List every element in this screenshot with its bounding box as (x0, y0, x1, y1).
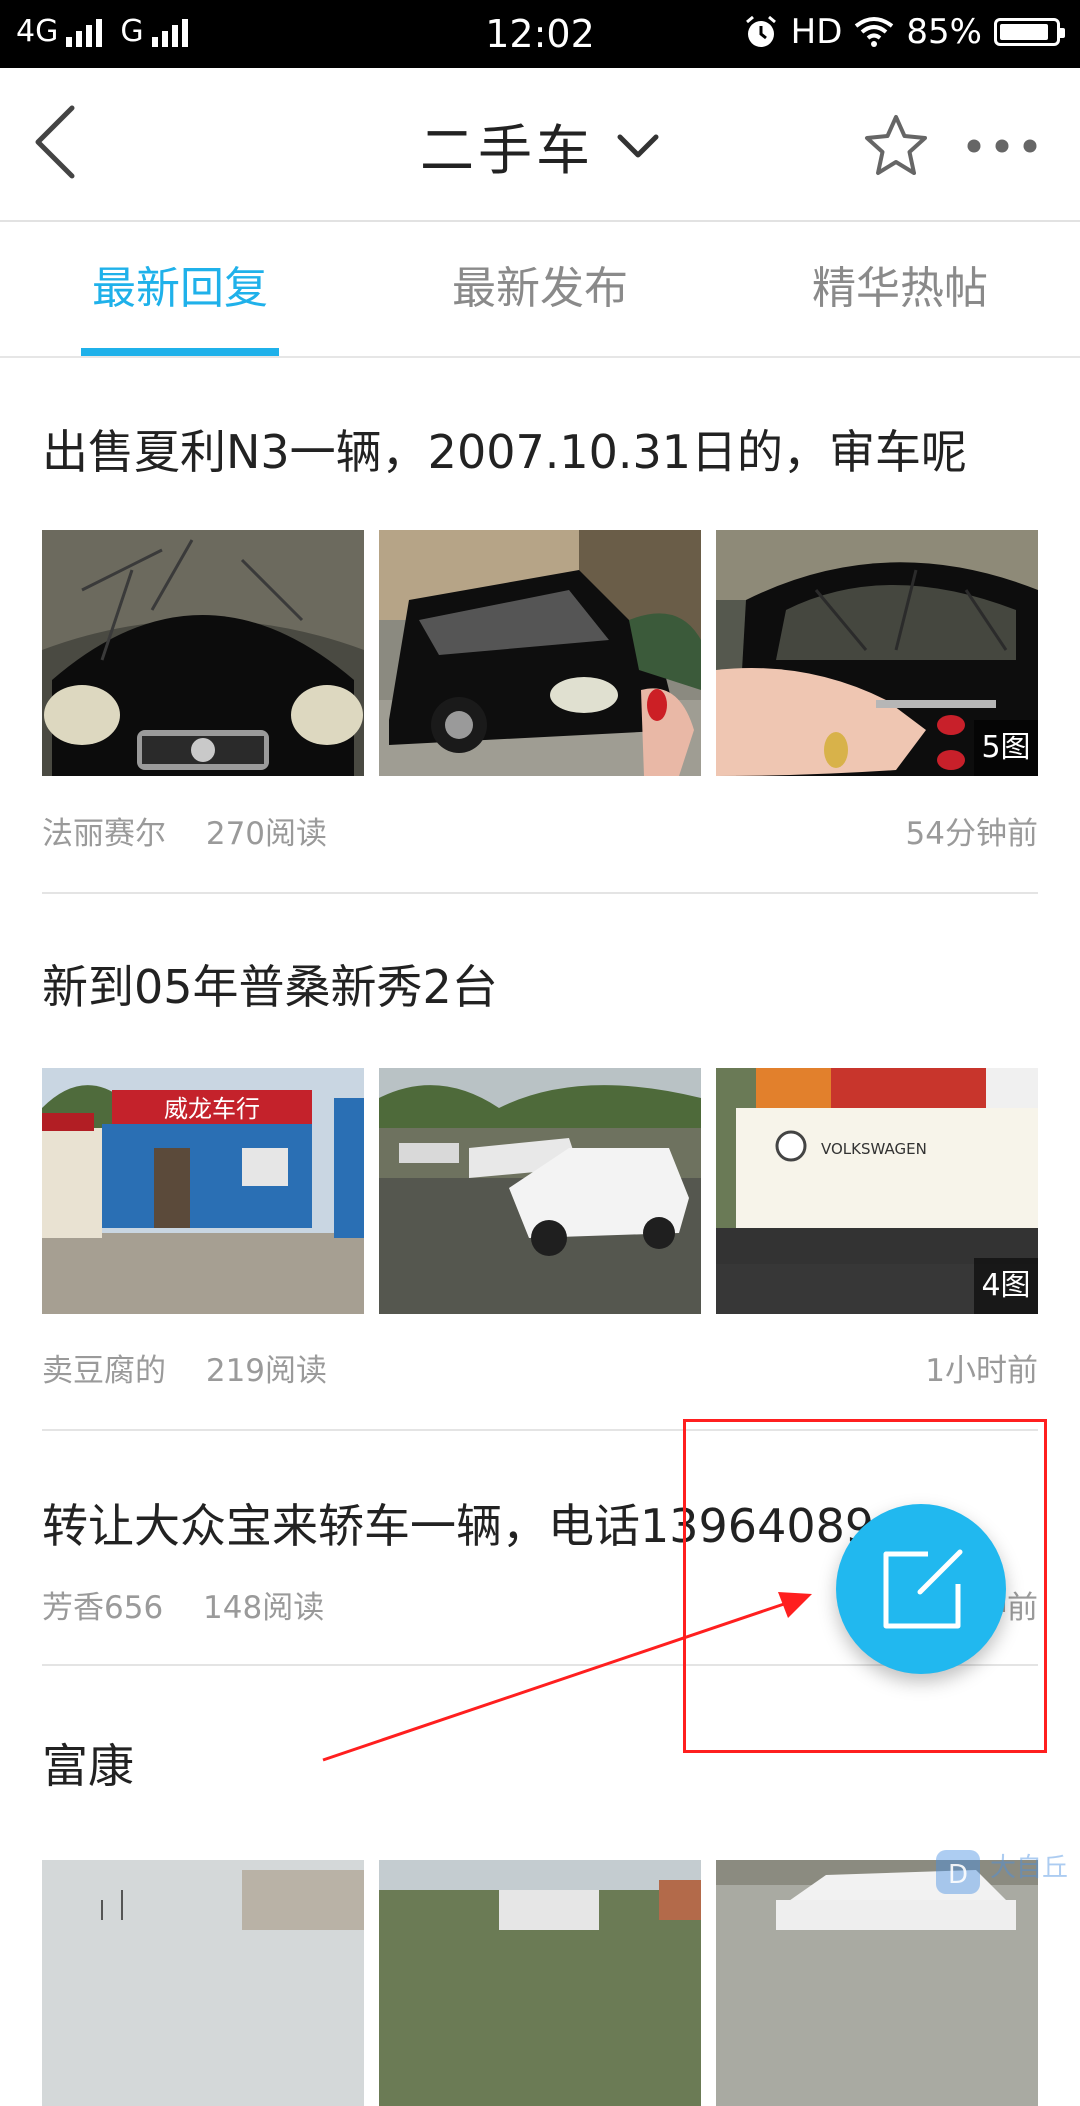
image-count-badge: 5图 (974, 720, 1038, 776)
post-author[interactable]: 法丽赛尔 (42, 816, 166, 852)
post-reads: 148阅读 (203, 1590, 325, 1626)
battery-percent: 85% (906, 12, 982, 52)
shop-sign: 威龙车行 (164, 1095, 260, 1123)
post-title[interactable]: 富康 (42, 1730, 134, 1796)
signal-icon (66, 17, 103, 47)
vw-logo-text: VOLKSWAGEN (821, 1140, 927, 1158)
post-image[interactable]: VOLKSWAGEN 4图 (716, 1068, 1038, 1314)
post-image[interactable] (42, 530, 364, 776)
tab-bar: 最新回复 最新发布 精华热帖 (0, 222, 1080, 358)
status-bar: 4G G 12:02 HD 85% (0, 0, 1080, 68)
network-g-label: G (120, 14, 144, 49)
post-image[interactable] (379, 1068, 701, 1314)
watermark-text: 大自丘 (990, 1853, 1068, 1883)
post-meta: 卖豆腐的 219阅读 1小时前 (42, 1345, 1038, 1390)
post-images[interactable]: 威龙车行 VOLKSWAGEN 4图 (42, 1068, 1038, 1314)
wifi-icon (855, 17, 894, 47)
post-author[interactable]: 芳香656 (42, 1590, 163, 1626)
post-reads: 219阅读 (205, 1353, 328, 1389)
post-title[interactable]: 出售夏利N3一辆，2007.10.31日的，审车呢 (42, 416, 967, 482)
network-4g-label: 4G (16, 14, 59, 49)
hd-label: HD (790, 12, 843, 52)
battery-icon (994, 18, 1065, 46)
alarm-icon (745, 15, 776, 47)
post-image[interactable] (379, 530, 701, 776)
watermark-logo: D 大自丘 (936, 1850, 1068, 1894)
post-time: 54分钟前 (905, 816, 1038, 852)
post-reads: 270阅读 (205, 816, 328, 852)
chevron-down-icon[interactable] (616, 131, 660, 161)
tab-latest-reply[interactable]: 最新回复 (30, 222, 330, 356)
post-image[interactable]: 5图 (716, 530, 1038, 776)
title-bar: 二手车 (0, 68, 1080, 222)
post-divider (42, 892, 1038, 894)
page-title[interactable]: 二手车 (420, 106, 594, 185)
image-count-badge: 4图 (974, 1258, 1038, 1314)
signal-icon-2 (151, 17, 188, 47)
post-meta: 法丽赛尔 270阅读 54分钟前 (42, 808, 1038, 853)
post-image[interactable]: 威龙车行 (42, 1068, 364, 1314)
post-images[interactable]: 5图 (42, 530, 1038, 776)
network-status: 4G G (16, 14, 198, 49)
post-image[interactable] (42, 1860, 364, 2106)
post-image[interactable] (379, 1860, 701, 2106)
post-images[interactable] (42, 1860, 1038, 2106)
post-title[interactable]: 新到05年普桑新秀2台 (42, 951, 498, 1017)
compose-icon (883, 1549, 963, 1629)
tab-featured[interactable]: 精华热帖 (750, 222, 1050, 356)
svg-text:D: D (948, 1860, 968, 1890)
system-icons: HD 85% (743, 12, 1065, 52)
tab-latest-post[interactable]: 最新发布 (390, 222, 690, 356)
post-author[interactable]: 卖豆腐的 (42, 1353, 166, 1389)
star-icon[interactable] (862, 112, 930, 180)
more-icon[interactable] (962, 118, 1042, 174)
post-time: 1小时前 (925, 1353, 1038, 1389)
compose-button[interactable] (836, 1504, 1006, 1674)
active-tab-indicator (81, 348, 279, 356)
